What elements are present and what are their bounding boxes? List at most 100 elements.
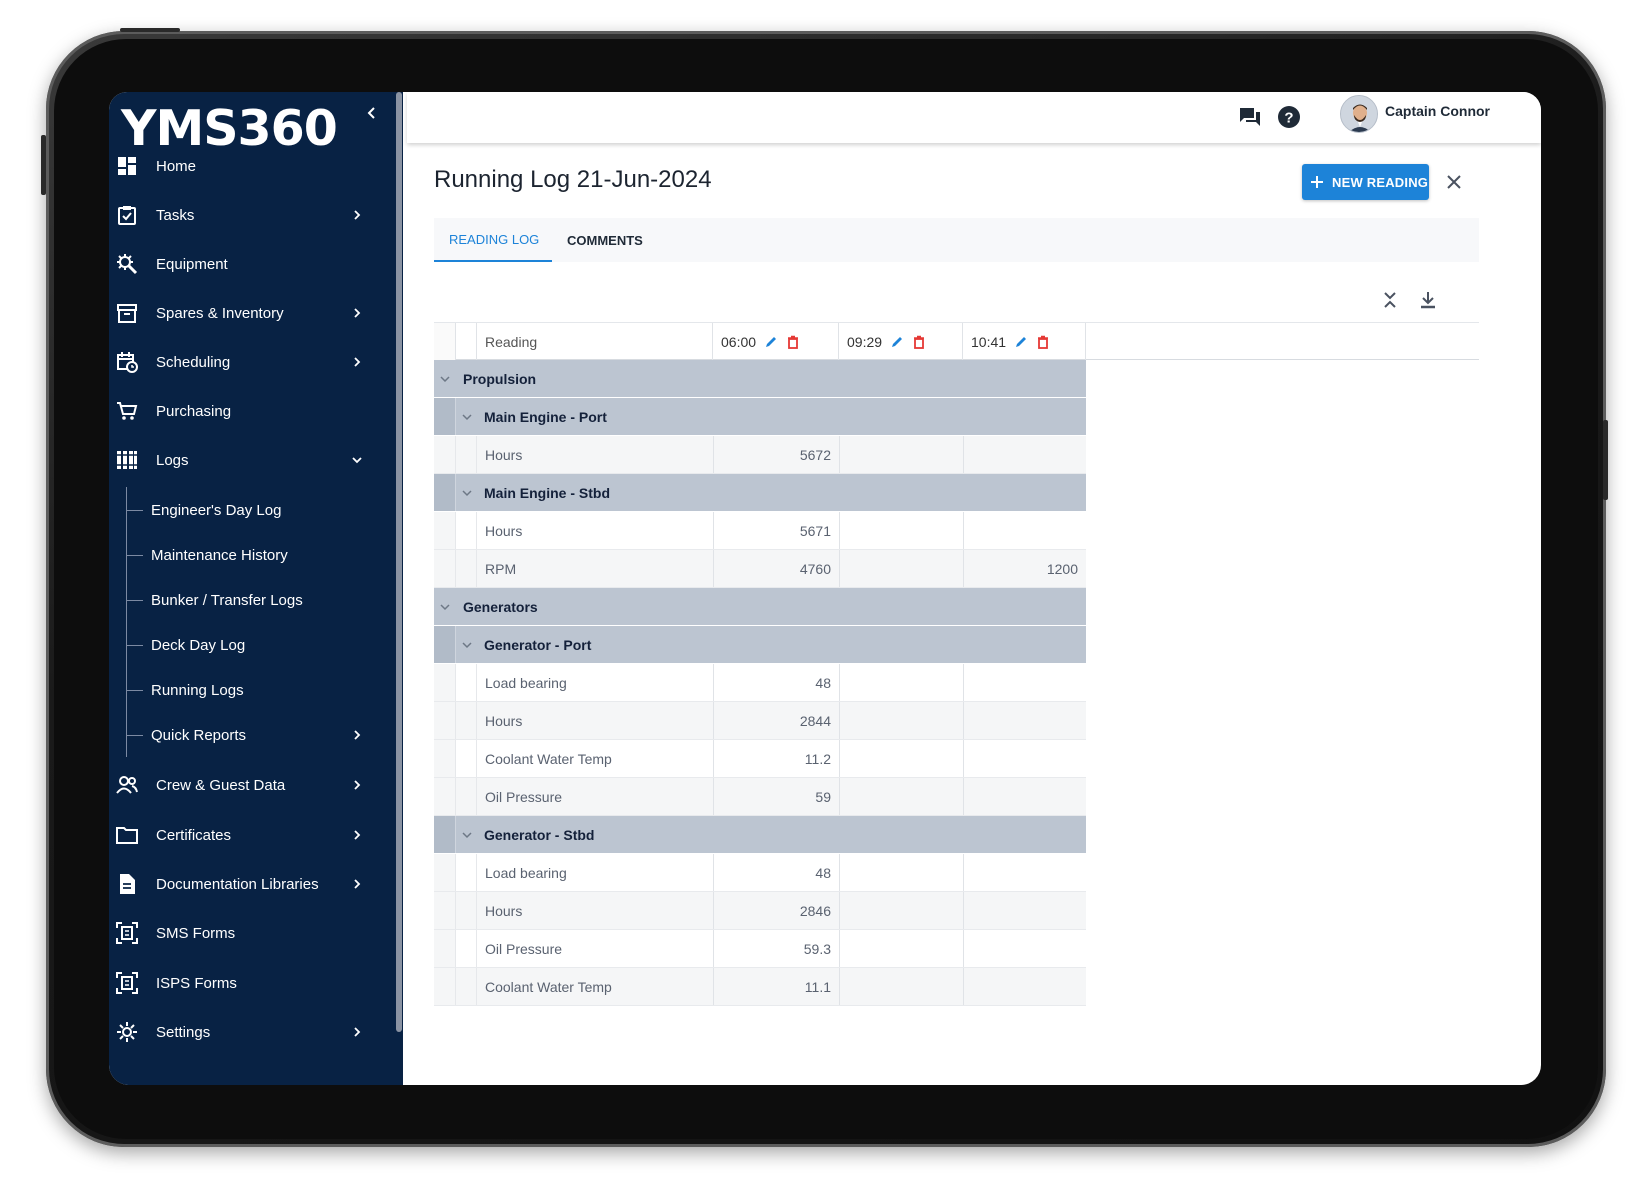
tab-comments[interactable]: COMMENTS (567, 218, 643, 262)
sidebar-subitem-deck-day-log[interactable]: Deck Day Log (126, 625, 396, 665)
reading-value-cell[interactable]: 2844 (713, 702, 839, 739)
reading-value-cell[interactable] (839, 664, 963, 701)
sidebar-item-purchasing[interactable]: Purchasing (109, 389, 396, 433)
reading-value-cell[interactable] (839, 740, 963, 777)
reading-value-cell[interactable] (839, 968, 963, 1005)
close-icon[interactable] (1444, 172, 1464, 192)
sidebar-subitem-engineer-s-day-log[interactable]: Engineer's Day Log (126, 490, 396, 530)
sidebar-subitem-bunker-transfer-logs[interactable]: Bunker / Transfer Logs (126, 580, 396, 620)
data-row[interactable]: Coolant Water Temp 11.1 (434, 968, 1086, 1006)
sidebar-item-crew-guest-data[interactable]: Crew & Guest Data (109, 763, 396, 807)
sidebar-item-tasks[interactable]: Tasks (109, 193, 396, 237)
sidebar-subitem-quick-reports[interactable]: Quick Reports (126, 715, 396, 755)
reading-value-cell[interactable]: 48 (713, 664, 839, 701)
sidebar-item-scheduling[interactable]: Scheduling (109, 340, 396, 384)
sidebar-scrollbar[interactable] (396, 92, 402, 1032)
group-row[interactable]: Main Engine - Stbd (434, 474, 1086, 512)
data-row[interactable]: Oil Pressure 59 (434, 778, 1086, 816)
tab-reading-log[interactable]: READING LOG (434, 218, 552, 262)
indent-spacer (456, 968, 477, 1005)
indent-spacer (434, 892, 456, 929)
edit-icon[interactable] (764, 335, 778, 349)
reading-value-cell[interactable] (963, 968, 1086, 1005)
reading-value-cell[interactable] (839, 854, 963, 891)
user-name[interactable]: Captain Connor (1385, 103, 1490, 119)
collapse-all-icon[interactable] (1380, 290, 1400, 310)
group-row[interactable]: Generator - Stbd (434, 816, 1086, 854)
reading-value-cell[interactable] (839, 512, 963, 549)
download-icon[interactable] (1418, 290, 1438, 310)
reading-value-cell[interactable] (963, 436, 1086, 473)
delete-icon[interactable] (786, 335, 800, 349)
data-row[interactable]: Load bearing 48 (434, 664, 1086, 702)
delete-icon[interactable] (1036, 335, 1050, 349)
reading-value-cell[interactable] (963, 892, 1086, 929)
reading-value-cell[interactable] (963, 664, 1086, 701)
chevron-down-icon[interactable] (461, 487, 473, 499)
help-icon[interactable]: ? (1276, 104, 1302, 130)
grid-empty-area (1086, 360, 1479, 1085)
chevron-down-icon[interactable] (439, 601, 451, 613)
sidebar-subitem-running-logs[interactable]: Running Logs (126, 670, 396, 710)
chevron-down-icon[interactable] (439, 373, 451, 385)
data-row[interactable]: Oil Pressure 59.3 (434, 930, 1086, 968)
reading-value-cell[interactable]: 11.1 (713, 968, 839, 1005)
edit-icon[interactable] (1014, 335, 1028, 349)
sidebar-item-certificates[interactable]: Certificates (109, 813, 396, 857)
sidebar-item-isps-forms[interactable]: ISPS Forms (109, 961, 396, 1005)
reading-value-cell[interactable] (839, 930, 963, 967)
data-row[interactable]: Hours 5671 (434, 512, 1086, 550)
reading-value-cell[interactable] (839, 702, 963, 739)
group-row[interactable]: Generators (434, 588, 1086, 626)
data-row[interactable]: Coolant Water Temp 11.2 (434, 740, 1086, 778)
edit-icon[interactable] (890, 335, 904, 349)
group-row[interactable]: Generator - Port (434, 626, 1086, 664)
sidebar-item-logs[interactable]: Logs (109, 438, 396, 482)
data-row[interactable]: Load bearing 48 (434, 854, 1086, 892)
user-avatar[interactable] (1340, 95, 1378, 133)
sidebar-item-home[interactable]: Home (109, 144, 396, 188)
group-row[interactable]: Propulsion (434, 360, 1086, 398)
collapse-sidebar-button[interactable] (361, 102, 383, 124)
reading-value-cell[interactable]: 5671 (713, 512, 839, 549)
chevron-down-icon[interactable] (461, 411, 473, 423)
group-row[interactable]: Main Engine - Port (434, 398, 1086, 436)
sidebar-item-spares-inventory[interactable]: Spares & Inventory (109, 291, 396, 335)
data-row[interactable]: RPM 4760 1200 (434, 550, 1086, 588)
reading-value-cell[interactable] (839, 778, 963, 815)
header-spacer (456, 323, 477, 361)
document-icon (120, 874, 135, 894)
reading-value-cell[interactable]: 59.3 (713, 930, 839, 967)
indent-spacer (434, 968, 456, 1005)
sidebar-item-documentation-libraries[interactable]: Documentation Libraries (109, 862, 396, 906)
chevron-down-icon[interactable] (461, 829, 473, 841)
chat-icon[interactable] (1237, 104, 1263, 130)
reading-value-cell[interactable]: 11.2 (713, 740, 839, 777)
chevron-down-icon[interactable] (461, 639, 473, 651)
reading-value-cell[interactable]: 5672 (713, 436, 839, 473)
reading-value-cell[interactable] (963, 702, 1086, 739)
reading-value-cell[interactable] (963, 854, 1086, 891)
reading-value-cell[interactable] (963, 778, 1086, 815)
reading-value-cell[interactable] (839, 550, 963, 587)
new-reading-button[interactable]: NEW READING (1302, 164, 1429, 200)
reading-value-cell[interactable]: 59 (713, 778, 839, 815)
reading-value-cell[interactable]: 1200 (963, 550, 1086, 587)
reading-value-cell[interactable] (839, 892, 963, 929)
sidebar-item-sms-forms[interactable]: SMS Forms (109, 911, 396, 955)
data-row[interactable]: Hours 5672 (434, 436, 1086, 474)
reading-value-cell[interactable]: 2846 (713, 892, 839, 929)
reading-value-cell[interactable] (963, 930, 1086, 967)
data-row[interactable]: Hours 2844 (434, 702, 1086, 740)
sidebar-subitem-maintenance-history[interactable]: Maintenance History (126, 535, 396, 575)
sidebar-item-equipment[interactable]: Equipment (109, 242, 396, 286)
data-row[interactable]: Hours 2846 (434, 892, 1086, 930)
reading-value-cell[interactable]: 48 (713, 854, 839, 891)
sidebar-item-settings[interactable]: Settings (109, 1010, 396, 1054)
reading-value-cell[interactable]: 4760 (713, 550, 839, 587)
indent-spacer (434, 664, 456, 701)
delete-icon[interactable] (912, 335, 926, 349)
reading-value-cell[interactable] (963, 740, 1086, 777)
reading-value-cell[interactable] (839, 436, 963, 473)
reading-value-cell[interactable] (963, 512, 1086, 549)
